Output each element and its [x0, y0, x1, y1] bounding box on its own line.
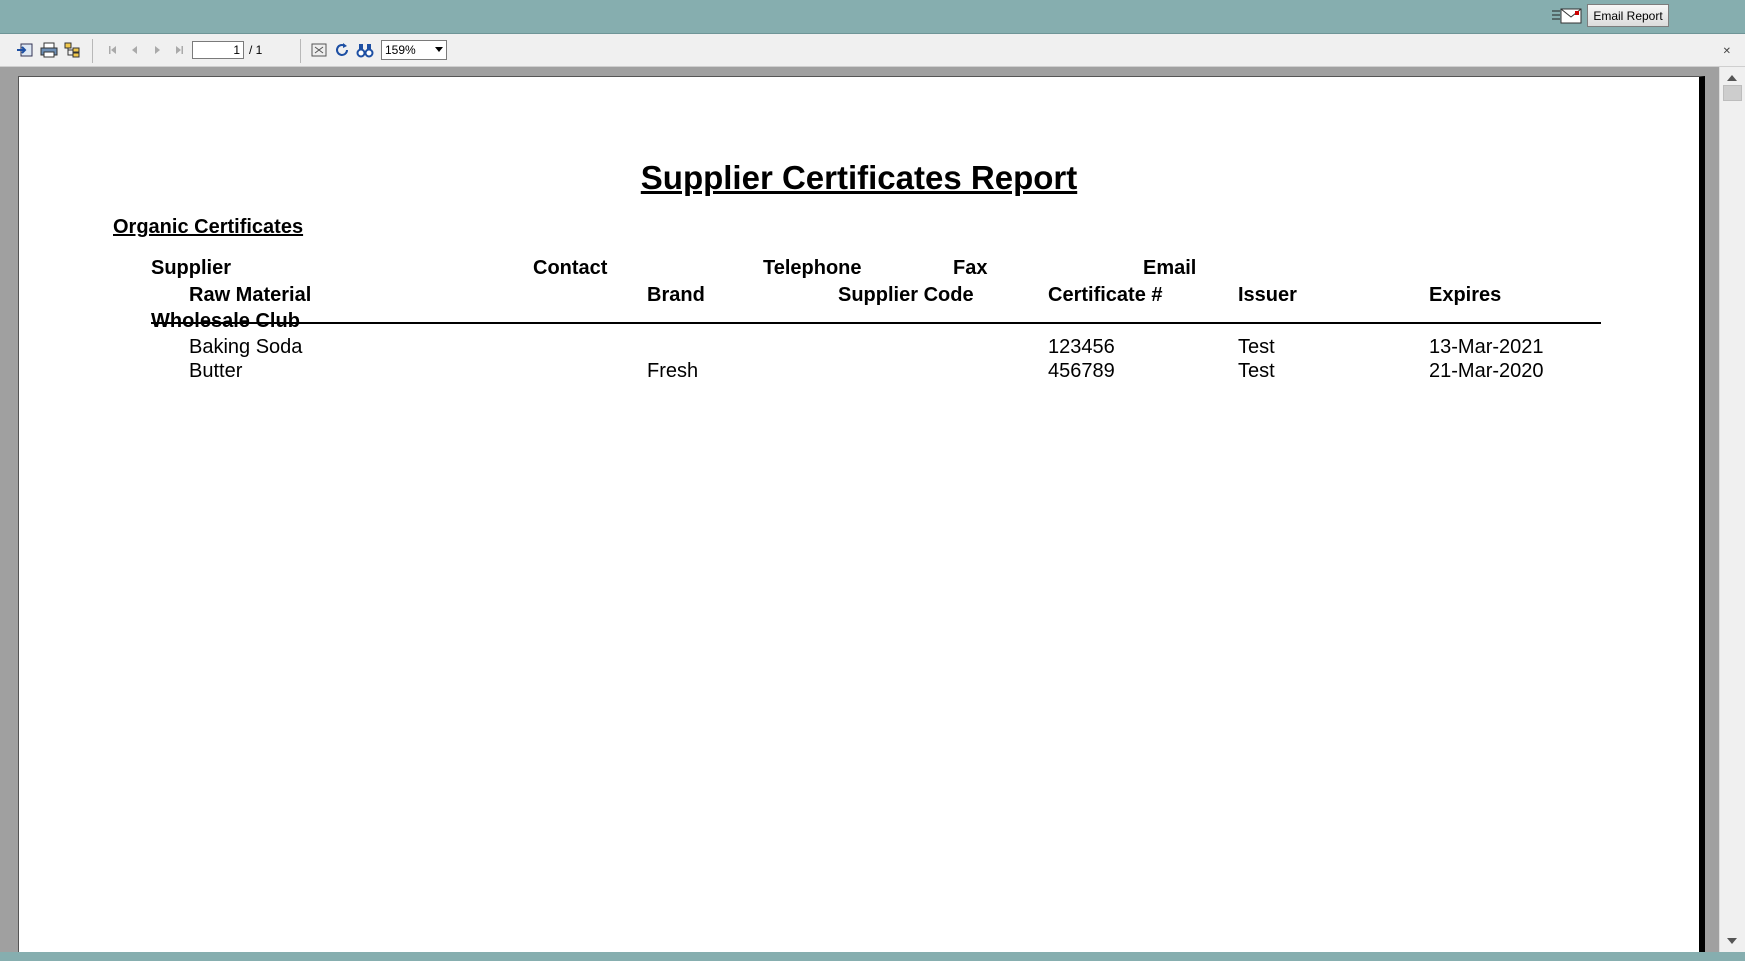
row-expires: 13-Mar-2021	[1429, 336, 1544, 358]
last-page-icon[interactable]	[170, 42, 188, 58]
scroll-down-icon[interactable]	[1727, 938, 1737, 944]
header-contact: Contact	[533, 257, 608, 279]
search-icon[interactable]	[356, 42, 374, 58]
report-viewer: Supplier Certificates Report Organic Cer…	[0, 67, 1720, 953]
title-bar: Email Report	[0, 0, 1745, 34]
header-expires: Expires	[1429, 284, 1502, 306]
section-heading: Organic Certificates	[113, 216, 304, 238]
toolbar-separator	[92, 39, 93, 63]
scroll-up-icon[interactable]	[1727, 75, 1737, 81]
header-divider	[151, 322, 1601, 324]
email-icon[interactable]	[1551, 7, 1583, 25]
email-report-button[interactable]: Email Report	[1587, 4, 1669, 27]
header-supplier: Supplier	[151, 257, 232, 279]
row-raw-material: Baking Soda	[189, 336, 303, 358]
page-number-input[interactable]	[192, 41, 244, 59]
row-certificate: 123456	[1048, 336, 1115, 358]
header-brand: Brand	[647, 284, 705, 306]
refresh-icon[interactable]	[333, 42, 351, 58]
header-telephone: Telephone	[763, 257, 862, 279]
report-toolbar: / 1 159% ✕	[0, 34, 1745, 67]
first-page-icon[interactable]	[104, 42, 122, 58]
vertical-scrollbar[interactable]	[1719, 67, 1745, 952]
header-email: Email	[1143, 257, 1197, 279]
row-brand: Fresh	[647, 360, 699, 382]
report-title: Supplier Certificates Report	[640, 159, 1078, 196]
header-fax: Fax	[953, 257, 988, 279]
close-icon[interactable]: ✕	[1723, 46, 1731, 57]
report-page: Supplier Certificates Report Organic Cer…	[18, 76, 1705, 953]
group-supplier-name: Wholesale Club	[151, 310, 300, 332]
previous-page-icon[interactable]	[126, 42, 144, 58]
next-page-icon[interactable]	[148, 42, 166, 58]
toolbar-separator	[300, 39, 301, 63]
print-icon[interactable]	[40, 42, 58, 58]
stop-icon[interactable]	[310, 42, 328, 58]
row-expires: 21-Mar-2020	[1429, 360, 1544, 382]
zoom-select[interactable]: 159%	[381, 40, 447, 60]
row-issuer: Test	[1238, 336, 1275, 358]
row-issuer: Test	[1238, 360, 1275, 382]
group-tree-icon[interactable]	[64, 42, 82, 58]
scroll-thumb[interactable]	[1723, 85, 1742, 101]
zoom-value: 159%	[385, 43, 416, 57]
status-bar	[0, 952, 1745, 961]
page-total-label: / 1	[249, 43, 263, 57]
row-raw-material: Butter	[189, 360, 243, 382]
row-certificate: 456789	[1048, 360, 1115, 382]
header-issuer: Issuer	[1238, 284, 1297, 306]
header-raw-material: Raw Material	[189, 284, 312, 306]
header-certificate: Certificate #	[1048, 284, 1163, 306]
chevron-down-icon	[435, 47, 443, 52]
export-icon[interactable]	[16, 42, 34, 58]
header-supplier-code: Supplier Code	[838, 284, 974, 306]
